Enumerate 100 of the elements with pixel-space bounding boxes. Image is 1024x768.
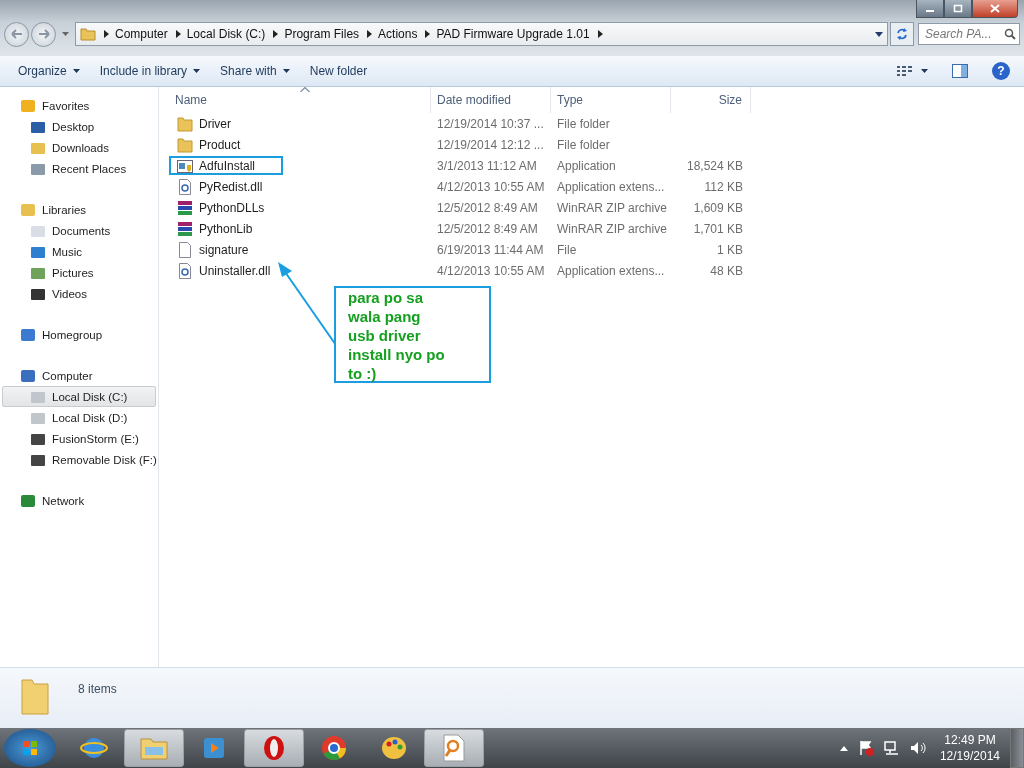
chevron-icon[interactable] <box>104 30 109 38</box>
preview-pane-icon[interactable] <box>952 64 968 78</box>
size-cell: 1 KB <box>717 242 743 257</box>
address-bar[interactable]: Computer Local Disk (C:) Program Files Actions PAD Firmware Upgrade 1.01 <box>75 22 888 46</box>
start-button[interactable] <box>4 729 56 767</box>
clock-date: 12/19/2014 <box>939 748 1000 764</box>
view-options-icon[interactable] <box>897 65 913 77</box>
clock-time: 12:49 PM <box>944 732 996 748</box>
type-cell-text: Application <box>556 158 617 173</box>
navigation-item[interactable]: Local Disk (C:) <box>2 386 156 407</box>
round-browser-icon <box>320 734 348 762</box>
close-button[interactable] <box>972 0 1018 18</box>
navigation-item[interactable]: Pictures <box>0 262 158 283</box>
refresh-button[interactable] <box>890 22 914 46</box>
file-name[interactable]: Uninstaller.dll <box>169 261 299 280</box>
flag-warning-icon[interactable] <box>857 740 874 756</box>
palette-icon <box>380 734 408 762</box>
navigation-icon <box>20 492 36 509</box>
toolbar-button[interactable]: New folder <box>299 60 378 82</box>
caret-icon[interactable] <box>921 69 928 73</box>
file-name[interactable]: Product <box>169 135 269 154</box>
file-name[interactable]: PythonLib <box>169 219 281 238</box>
breadcrumb-item[interactable]: Local Disk (C:) <box>186 27 266 41</box>
toolbar-button[interactable]: Organize <box>8 60 90 82</box>
navigation-item[interactable]: Network <box>0 490 158 511</box>
navigation-item[interactable]: FusionStorm (E:) <box>0 428 158 449</box>
date-cell-text: 6/19/2013 11:44 AM <box>436 242 545 257</box>
toolbar-button[interactable]: Share with <box>210 60 300 82</box>
column-header[interactable]: Type <box>551 87 671 113</box>
network-icon[interactable] <box>883 740 900 756</box>
magnifier-document-icon <box>442 734 466 762</box>
chevron-icon[interactable] <box>175 30 181 38</box>
column-header[interactable]: Size <box>671 87 751 113</box>
navigation-item[interactable]: Removable Disk (F:) <box>0 449 158 470</box>
navigation-item[interactable]: Documents <box>0 220 158 241</box>
type-cell-text: WinRAR ZIP archive <box>556 200 668 215</box>
blank-document-icon <box>177 241 193 258</box>
column-header[interactable]: Name <box>169 87 431 113</box>
type-cell-text: Application extens... <box>556 179 666 194</box>
dropdown-caret-icon[interactable] <box>875 31 883 37</box>
back-button[interactable] <box>4 21 29 47</box>
chevron-icon[interactable] <box>273 30 279 38</box>
refresh-icon <box>895 27 909 41</box>
navigation-item[interactable]: Local Disk (D:) <box>0 407 158 428</box>
breadcrumb-item[interactable]: PAD Firmware Upgrade 1.01 <box>436 27 590 41</box>
navigation-item[interactable]: Recent Places <box>0 158 158 179</box>
date-cell-text: 4/12/2013 10:55 AM <box>436 179 546 194</box>
forward-arrow-icon <box>37 29 50 39</box>
navigation-item[interactable]: Computer <box>0 365 158 386</box>
navigation-item[interactable]: Music <box>0 241 158 262</box>
file-name[interactable]: Driver <box>169 114 259 133</box>
show-hidden-icons-icon[interactable] <box>839 745 848 751</box>
navigation-icon <box>20 326 36 343</box>
navigation-item[interactable]: Downloads <box>0 137 158 158</box>
media-player-icon <box>201 735 227 761</box>
navigation-item[interactable]: Homegroup <box>0 324 158 345</box>
highlight-box[interactable]: AdfuInstall <box>169 156 284 175</box>
navigation-item[interactable]: Favorites <box>0 95 158 116</box>
breadcrumb-item[interactable]: Computer <box>115 27 168 41</box>
toolbar-button[interactable]: Include in library <box>89 60 211 82</box>
navigation-item[interactable]: Libraries <box>0 199 158 220</box>
size-cell: 48 KB <box>710 263 743 278</box>
maximize-icon <box>953 4 963 13</box>
application-icon <box>177 157 193 174</box>
clock[interactable]: 12:49 PM 12/19/2014 <box>939 732 1000 764</box>
column-header[interactable]: Date modified <box>431 87 551 113</box>
date-cell-text: 12/5/2012 8:49 AM <box>436 200 539 215</box>
file-name[interactable]: PyRedist.dll <box>169 177 291 196</box>
search-field[interactable]: Search PA... <box>918 23 1020 45</box>
taskbar-app-button[interactable] <box>424 729 484 767</box>
forward-button[interactable] <box>31 21 56 47</box>
chevron-icon[interactable] <box>425 30 431 38</box>
books-stack-icon <box>177 220 193 237</box>
date-cell-text: 12/19/2014 10:37 ... <box>436 116 545 131</box>
chevron-icon[interactable] <box>597 30 603 38</box>
file-name[interactable]: signature <box>169 240 277 259</box>
date-cell-text: 12/19/2014 12:12 ... <box>436 137 545 152</box>
search-icon <box>1004 28 1016 40</box>
chevron-icon[interactable] <box>367 30 373 38</box>
navigation-item[interactable]: Desktop <box>0 116 158 137</box>
minimize-button[interactable] <box>916 0 944 18</box>
breadcrumb-item[interactable]: Actions <box>378 27 418 41</box>
callout-text: para po sa wala pang usb driver install nyo po to :) <box>334 286 491 383</box>
type-cell-text: File folder <box>556 116 611 131</box>
type-cell-text: WinRAR ZIP archive <box>556 221 668 236</box>
books-stack-icon <box>177 199 193 216</box>
navigation-item[interactable]: Videos <box>0 283 158 304</box>
navigation-icon <box>20 201 36 218</box>
breadcrumb-item[interactable]: Program Files <box>284 27 360 41</box>
recent-pages-caret-icon[interactable] <box>62 32 69 36</box>
navigation-icon <box>20 97 36 114</box>
maximize-button[interactable] <box>944 0 972 18</box>
volume-icon[interactable] <box>909 740 926 756</box>
file-name[interactable]: PythonDLLs <box>169 198 293 217</box>
help-button[interactable]: ? <box>992 62 1010 80</box>
type-cell-text: Application extens... <box>556 263 666 278</box>
navigation-icon <box>20 367 36 384</box>
folder-icon <box>139 735 169 761</box>
back-arrow-icon <box>10 29 23 39</box>
taskbar-app-button[interactable] <box>244 729 304 767</box>
